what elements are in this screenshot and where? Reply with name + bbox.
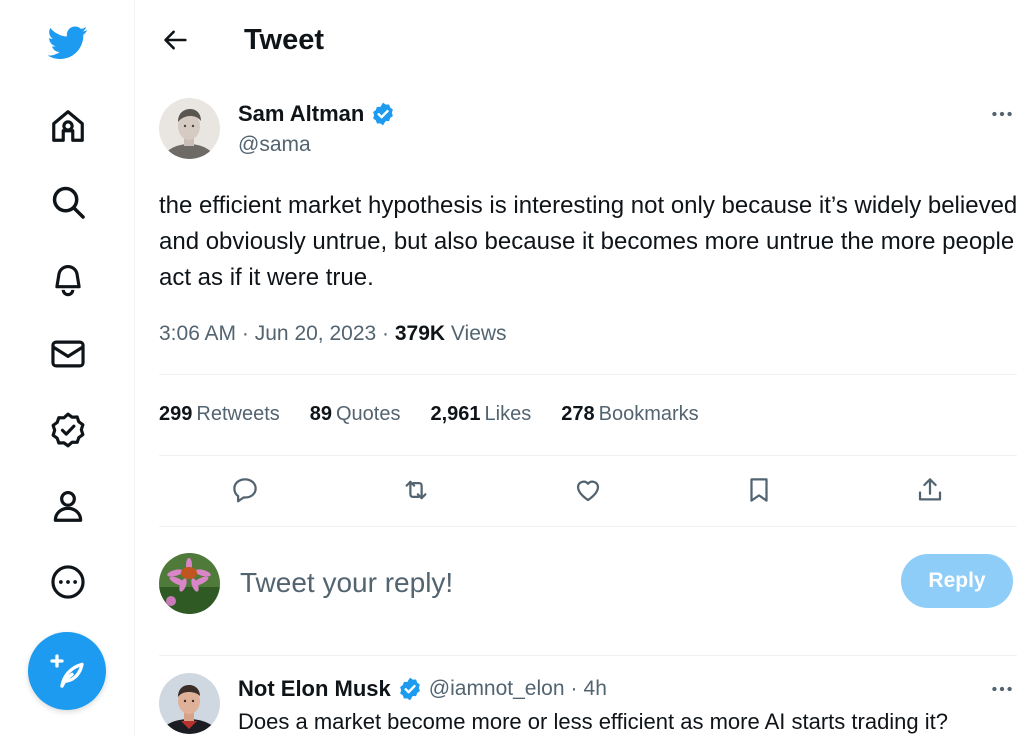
- stat-bookmarks[interactable]: 278 Bookmarks: [561, 403, 698, 426]
- stat-label: Retweets: [196, 403, 280, 425]
- stat-count: 2,961: [430, 403, 481, 425]
- reply-author-avatar[interactable]: [159, 673, 220, 734]
- bookmark-icon: [750, 478, 768, 502]
- reply-header: Not Elon Musk @iamnot_elon · 4h: [238, 676, 607, 702]
- retweet-button[interactable]: [394, 468, 438, 512]
- reply-author-handle[interactable]: @iamnot_elon: [429, 677, 565, 701]
- views-label: Views: [450, 322, 507, 345]
- tweet-time[interactable]: 3:06 AM: [159, 322, 236, 345]
- tweet-stats: 299 Retweets 89 Quotes 2,961 Likes 278 Bookm…: [159, 403, 699, 426]
- retweet-icon: [405, 480, 427, 500]
- current-user-avatar[interactable]: [159, 553, 220, 614]
- page-header: Tweet: [136, 0, 1024, 82]
- divider: [159, 455, 1017, 456]
- share-icon: [918, 478, 942, 501]
- divider: [159, 374, 1017, 375]
- like-icon: [576, 480, 600, 502]
- stat-count: 299: [159, 403, 193, 425]
- more-circle-icon[interactable]: [46, 560, 90, 604]
- tweet-meta: 3:06 AM · Jun 20, 2023 · 379K Views: [159, 322, 507, 346]
- tweet-date[interactable]: Jun 20, 2023: [255, 322, 376, 345]
- verified-check-icon: [370, 101, 396, 127]
- reply-age[interactable]: 4h: [584, 677, 607, 701]
- stat-quotes[interactable]: 89 Quotes: [310, 403, 401, 426]
- divider: [159, 655, 1017, 656]
- tweet-text: the efficient market hypothesis is inter…: [159, 192, 1018, 291]
- stat-retweets[interactable]: 299 Retweets: [159, 403, 280, 426]
- twitter-logo-icon[interactable]: [44, 20, 92, 64]
- stat-count: 278: [561, 403, 595, 425]
- tweet-more-button[interactable]: [984, 96, 1020, 132]
- page-title: Tweet: [244, 24, 325, 56]
- back-button[interactable]: [158, 22, 194, 58]
- verified-check-icon: [397, 676, 423, 702]
- reply-text: Does a market become more or less effici…: [238, 709, 949, 734]
- home-icon[interactable]: [46, 104, 90, 148]
- reply-input[interactable]: [240, 562, 870, 604]
- stat-likes[interactable]: 2,961 Likes: [430, 403, 531, 426]
- reply-submit-button[interactable]: Reply: [901, 554, 1013, 608]
- meta-separator: ·: [382, 322, 390, 345]
- meta-separator: ·: [241, 322, 249, 345]
- author-name-text[interactable]: Sam Altman: [238, 101, 364, 127]
- compose-feather-icon: [50, 654, 84, 688]
- person-icon[interactable]: [46, 484, 90, 528]
- share-button[interactable]: [908, 468, 952, 512]
- compose-tweet-button[interactable]: [28, 632, 106, 710]
- search-icon[interactable]: [46, 180, 90, 224]
- reply-more-button[interactable]: [984, 671, 1020, 707]
- reply-icon: [233, 478, 257, 503]
- author-name[interactable]: Sam Altman: [238, 101, 396, 127]
- envelope-icon[interactable]: [46, 332, 90, 376]
- tweet-actions: [159, 468, 1017, 512]
- reply-button[interactable]: [223, 468, 267, 512]
- sidebar: [0, 0, 135, 736]
- bookmark-button[interactable]: [737, 468, 781, 512]
- reply-author-name[interactable]: Not Elon Musk: [238, 676, 391, 702]
- author-avatar[interactable]: [159, 98, 220, 159]
- back-arrow-icon: [164, 30, 187, 50]
- divider: [159, 526, 1017, 527]
- more-horizontal-icon: [992, 686, 1012, 692]
- verified-badge-icon[interactable]: [46, 408, 90, 452]
- bell-icon[interactable]: [46, 256, 90, 300]
- more-horizontal-icon: [992, 111, 1012, 117]
- stat-label: Quotes: [336, 403, 401, 425]
- stat-label: Likes: [484, 403, 532, 425]
- stat-count: 89: [309, 403, 332, 425]
- reply-separator: ·: [570, 677, 578, 700]
- like-button[interactable]: [566, 468, 610, 512]
- views-count: 379K: [394, 322, 446, 345]
- author-handle[interactable]: @sama: [238, 133, 311, 157]
- stat-label: Bookmarks: [598, 403, 699, 425]
